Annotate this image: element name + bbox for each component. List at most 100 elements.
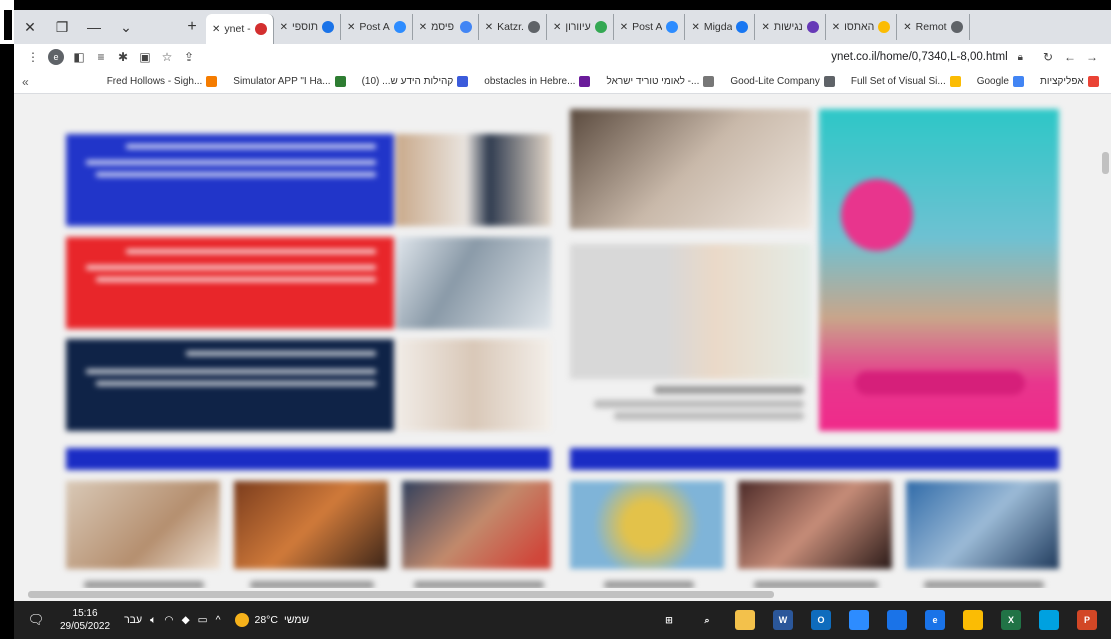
bookmarks-overflow-icon[interactable]: « bbox=[22, 75, 29, 89]
article-image[interactable] bbox=[570, 109, 811, 229]
close-tab-icon[interactable]: ✕ bbox=[419, 22, 427, 33]
page-viewport[interactable] bbox=[14, 94, 1100, 588]
browser-tab[interactable]: ✕ Remot bbox=[897, 14, 970, 40]
bookmark-item[interactable]: Good-Lite Company bbox=[730, 76, 835, 87]
forward-icon[interactable]: → bbox=[1081, 50, 1103, 64]
browser-tab[interactable]: ✕ פיסמ bbox=[413, 14, 479, 40]
close-tab-icon[interactable]: ✕ bbox=[347, 22, 355, 33]
close-tab-icon[interactable]: ✕ bbox=[832, 22, 840, 33]
article-card[interactable] bbox=[66, 237, 394, 329]
close-tab-icon[interactable]: ✕ bbox=[691, 22, 699, 33]
browser-tab[interactable]: ✕ Post A bbox=[614, 14, 686, 40]
language-indicator[interactable]: עבר bbox=[124, 614, 142, 626]
new-tab-button[interactable]: + bbox=[178, 18, 206, 36]
windows-taskbar: 🗨︎ 15:16 29/05/2022 עבר 🔈︎ ◠ ◆ ▭ ^ 28°C … bbox=[14, 601, 1111, 639]
notification-center-icon[interactable]: 🗨︎ bbox=[22, 612, 50, 628]
thumbnail[interactable] bbox=[66, 481, 220, 569]
teams-icon[interactable] bbox=[887, 610, 907, 630]
zoom-icon[interactable] bbox=[849, 610, 869, 630]
wifi-icon[interactable]: ◠ bbox=[164, 614, 173, 626]
ad-banner[interactable] bbox=[819, 109, 1059, 431]
tab-favicon-icon bbox=[806, 21, 819, 33]
reading-list-icon[interactable]: ≡ bbox=[90, 50, 112, 64]
browser-tab[interactable]: ✕ Katzr. bbox=[479, 14, 547, 40]
minimize-window-icon[interactable]: — bbox=[78, 19, 110, 35]
browser-tab[interactable]: ✕ Migda bbox=[685, 14, 756, 40]
tray-overflow-icon[interactable]: ^ bbox=[216, 614, 221, 626]
lock-icon[interactable]: 🔒︎ bbox=[1018, 52, 1023, 63]
close-tab-icon[interactable]: ✕ bbox=[212, 24, 220, 35]
browser-tab[interactable]: ✕ האתסו bbox=[826, 14, 898, 40]
close-tab-icon[interactable]: ✕ bbox=[553, 22, 561, 33]
bookmark-item[interactable]: Google bbox=[977, 76, 1024, 87]
bookmark-item[interactable]: Fred Hollows - Sigh... bbox=[107, 76, 218, 87]
vertical-scroll-thumb[interactable] bbox=[1102, 152, 1109, 174]
browser-tab[interactable]: ✕ תוספי bbox=[274, 14, 341, 40]
horizontal-scrollbar[interactable] bbox=[14, 588, 1111, 601]
menu-icon[interactable]: ⋮ bbox=[22, 50, 44, 64]
salesforce-icon[interactable] bbox=[1039, 610, 1059, 630]
article-image[interactable] bbox=[396, 134, 551, 226]
volume-icon[interactable]: 🔈︎ bbox=[150, 614, 156, 627]
search-icon[interactable]: ⌕ bbox=[697, 610, 717, 630]
edge-icon[interactable]: e bbox=[925, 610, 945, 630]
screenshot-extension-icon[interactable]: ▣ bbox=[134, 50, 156, 64]
tab-search-icon[interactable]: ⌄ bbox=[110, 19, 142, 36]
bookmark-item[interactable]: Simulator APP "I Ha... bbox=[233, 76, 346, 87]
weather-widget[interactable]: 28°C שמשי bbox=[234, 613, 309, 627]
bookmark-item[interactable]: אפליקציות bbox=[1040, 76, 1099, 87]
outlook-icon[interactable]: O bbox=[811, 610, 831, 630]
browser-tab[interactable]: ✕ עיוורון bbox=[547, 14, 614, 40]
word-icon[interactable]: W bbox=[773, 610, 793, 630]
bookmark-item[interactable]: Full Set of Visual Si... bbox=[851, 76, 961, 87]
tab-strip: ✕ ❐ — ⌄ + ✕ ynet - ✕ תוספי ✕ Post A ✕ פיסמ ✕ Katz… bbox=[14, 10, 1111, 44]
close-tab-icon[interactable]: ✕ bbox=[903, 22, 911, 33]
close-tab-icon[interactable]: ✕ bbox=[485, 22, 493, 33]
vertical-scrollbar[interactable] bbox=[1100, 94, 1111, 588]
weather-temp: 28°C bbox=[254, 614, 278, 626]
address-bar[interactable]: ynet.co.il/home/0,7340,L-8,00.html bbox=[200, 51, 1018, 63]
thumbnail[interactable] bbox=[234, 481, 388, 569]
extensions-icon[interactable]: ✱ bbox=[112, 50, 134, 64]
browser-tab[interactable]: ✕ נגישות bbox=[755, 14, 826, 40]
clock-date: 29/05/2022 bbox=[60, 621, 111, 632]
bookmark-favicon-icon bbox=[457, 76, 469, 87]
thumbnail[interactable] bbox=[738, 481, 892, 569]
article-image[interactable] bbox=[396, 237, 551, 329]
close-tab-icon[interactable]: ✕ bbox=[620, 22, 628, 33]
file-explorer-icon[interactable] bbox=[735, 610, 755, 630]
restore-window-icon[interactable]: ❐ bbox=[46, 19, 78, 36]
browser-tab[interactable]: ✕ ynet - bbox=[206, 14, 274, 44]
windows-start-icon[interactable]: ⊞ bbox=[659, 610, 679, 630]
tab-favicon-icon bbox=[950, 21, 963, 33]
close-tab-icon[interactable]: ✕ bbox=[280, 22, 288, 33]
bookmark-star-icon[interactable]: ☆ bbox=[156, 50, 178, 64]
article-card[interactable] bbox=[66, 339, 394, 431]
close-window-icon[interactable]: ✕ bbox=[14, 19, 46, 36]
browser-tab[interactable]: ✕ Post A bbox=[341, 14, 413, 40]
powerpoint-icon[interactable]: P bbox=[1077, 610, 1097, 630]
thumbnail[interactable] bbox=[570, 481, 724, 569]
bookmark-item[interactable]: לאומי טוריד ישראל -... bbox=[606, 76, 715, 87]
article-card[interactable] bbox=[66, 134, 394, 226]
article-image[interactable] bbox=[396, 339, 551, 431]
excel-icon[interactable]: X bbox=[1001, 610, 1021, 630]
ad-image[interactable] bbox=[570, 244, 811, 379]
bookmark-label: Full Set of Visual Si... bbox=[850, 76, 946, 87]
antivirus-icon[interactable]: ◆ bbox=[182, 614, 190, 626]
back-icon[interactable]: ← bbox=[1059, 50, 1081, 64]
profile-avatar[interactable]: e bbox=[48, 49, 64, 65]
taskbar-clock[interactable]: 15:16 29/05/2022 bbox=[60, 607, 110, 633]
reload-icon[interactable]: ↻ bbox=[1037, 50, 1059, 64]
bookmark-item[interactable]: obstacles in Hebre... bbox=[484, 76, 591, 87]
browser-window: ✕ ❐ — ⌄ + ✕ ynet - ✕ תוספי ✕ Post A ✕ פיסמ ✕ Katz… bbox=[14, 10, 1111, 601]
thumbnail[interactable] bbox=[402, 481, 551, 569]
share-icon[interactable]: ⇪ bbox=[178, 50, 200, 64]
chrome-icon[interactable] bbox=[963, 610, 983, 630]
close-tab-icon[interactable]: ✕ bbox=[761, 22, 769, 33]
horizontal-scroll-thumb[interactable] bbox=[28, 591, 774, 598]
thumbnail[interactable] bbox=[906, 481, 1059, 569]
battery-icon[interactable]: ▭ bbox=[198, 614, 208, 626]
bookmark-item[interactable]: קהילות הידע ש... (10) bbox=[362, 76, 469, 87]
side-panel-icon[interactable]: ◧ bbox=[68, 50, 90, 64]
